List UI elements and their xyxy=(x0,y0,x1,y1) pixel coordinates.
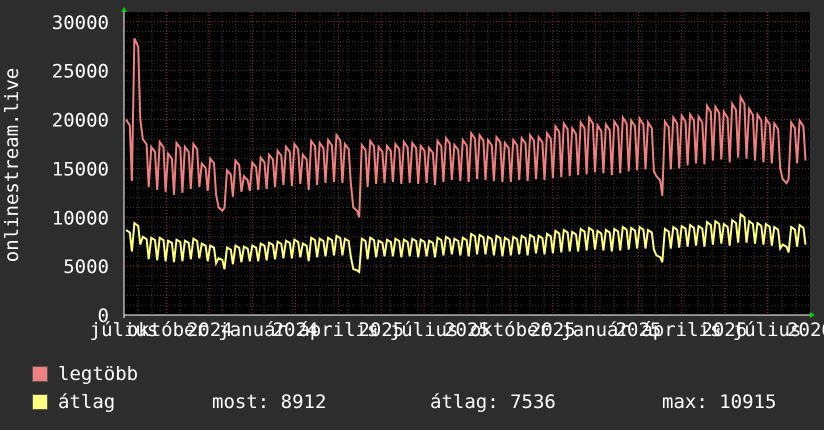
y-tick-label: 25000 xyxy=(52,61,109,83)
legend-item-atlag: átlag most: 8912 átlag: 7536 max: 10915 xyxy=(32,391,812,413)
y-tick-label: 10000 xyxy=(52,207,109,229)
y-tick-label: 5000 xyxy=(63,256,109,278)
stat-atlag: átlag: 7536 xyxy=(430,391,556,413)
stat-max: max: 10915 xyxy=(662,391,777,413)
y-tick-label: 20000 xyxy=(52,110,109,132)
x-tick-label: 2026 xyxy=(787,319,824,341)
legend-swatch-legtobb xyxy=(32,366,48,382)
legend-label-legtobb: legtöbb xyxy=(58,363,139,385)
y-tick-label: 15000 xyxy=(52,158,109,180)
legend-swatch-atlag xyxy=(32,394,48,410)
y-tick-label: 30000 xyxy=(52,12,109,34)
stat-most: most: 8912 xyxy=(212,391,327,413)
y-axis-arrow-icon xyxy=(121,7,127,12)
legend-label-atlag: átlag xyxy=(58,391,116,413)
x-axis-arrow-icon xyxy=(810,312,815,318)
y-axis-label: onlinestream.live xyxy=(1,68,23,262)
